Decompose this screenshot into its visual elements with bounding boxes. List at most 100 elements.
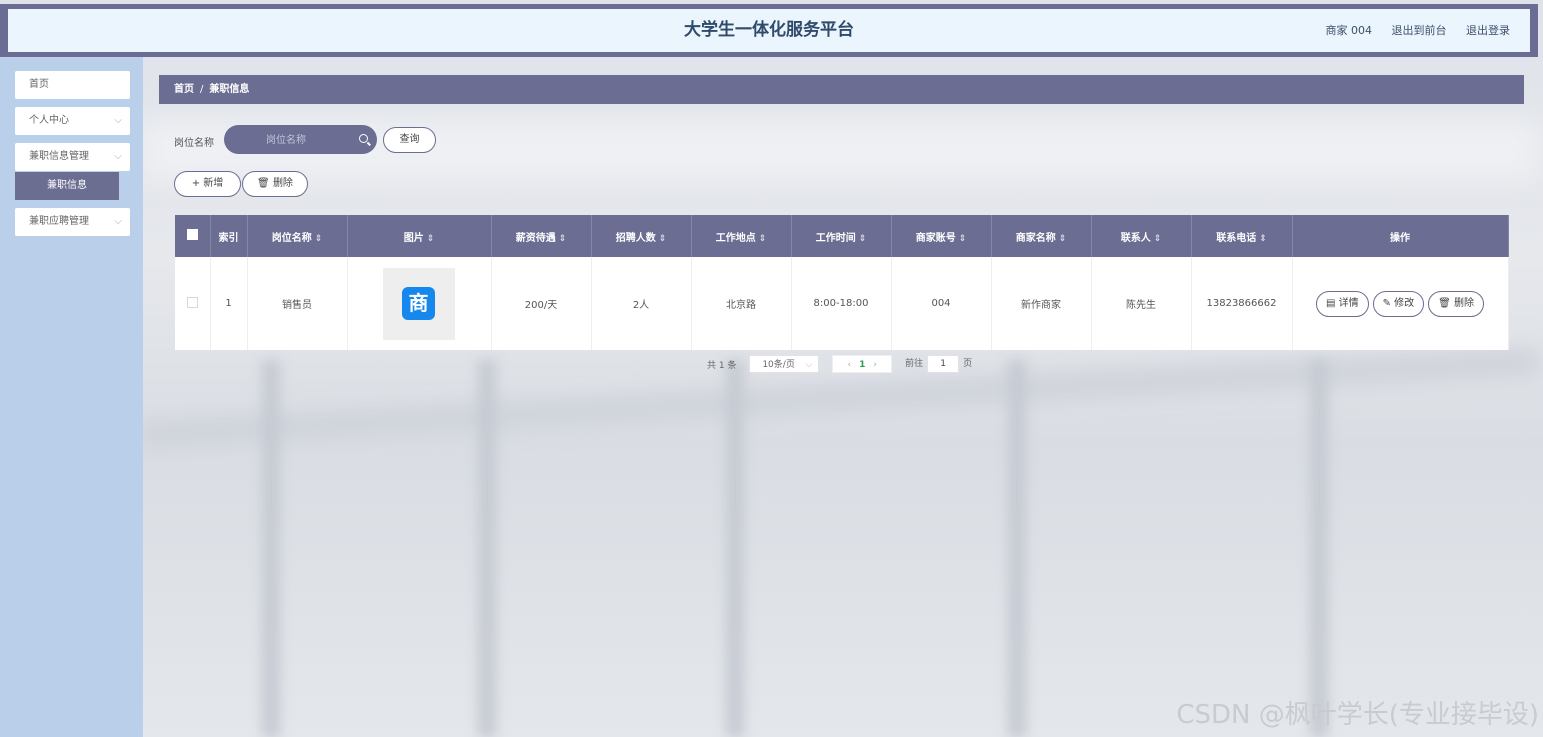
document-icon: ▤	[1325, 297, 1336, 309]
goto-page-input[interactable]: 1	[927, 355, 960, 373]
chevron-up-icon: ⌵	[114, 151, 122, 162]
job-image: 商	[383, 267, 455, 340]
top-header: 大学生一体化服务平台 商家 004 退出到前台 退出登录	[0, 4, 1538, 57]
row-select-cell[interactable]	[175, 257, 211, 350]
edit-button[interactable]: ✎ 修改	[1372, 290, 1425, 317]
sort-icon[interactable]: ⇕	[427, 234, 435, 244]
column-header-label: 商家名称	[1015, 232, 1056, 244]
logout-link[interactable]: 退出登录	[1466, 24, 1510, 37]
page-size-value: 10条/页	[762, 360, 795, 370]
search-box	[224, 125, 377, 156]
column-header-label: 联系人	[1120, 232, 1151, 244]
column-header-label: 招聘人数	[615, 232, 656, 244]
sidebar-item-label: 个人中心	[29, 115, 69, 126]
sidebar-item-label: 兼职信息	[47, 180, 87, 191]
detail-button[interactable]: ▤ 详情	[1315, 290, 1369, 317]
exit-to-front-link[interactable]: 退出到前台	[1392, 24, 1447, 37]
data-table: 索引 岗位名称 ⇕ 图片 ⇕ 薪资待遇 ⇕ 招聘人数 ⇕ 工作地点 ⇕ 工作时间 ⇕ 商家账…	[175, 215, 1509, 350]
cell-merchant-account: 004	[891, 257, 992, 350]
sidebar-item-parttime-management[interactable]: 兼职信息管理 ⌵	[15, 143, 130, 171]
row-checkbox[interactable]	[186, 296, 198, 308]
cell-contact: 陈先生	[1091, 257, 1192, 350]
trash-icon: 🗑	[1438, 297, 1451, 309]
cell-merchant-name: 新作商家	[991, 257, 1092, 350]
column-header-phone[interactable]: 联系电话 ⇕	[1191, 215, 1293, 257]
column-header-label: 工作地点	[715, 232, 756, 244]
column-header-label: 商家账号	[915, 232, 956, 244]
sort-icon[interactable]: ⇕	[859, 234, 867, 244]
sidebar-item-label: 兼职应聘管理	[29, 216, 89, 227]
sidebar-subitem-parttime-info[interactable]: 兼职信息	[15, 172, 119, 200]
column-header-label: 图片	[403, 232, 424, 244]
cell-phone: 13823866662	[1191, 257, 1293, 350]
column-header-merchant-name[interactable]: 商家名称 ⇕	[991, 215, 1092, 257]
goto-page: 前往 1 页	[905, 355, 972, 373]
sort-icon[interactable]: ⇕	[659, 234, 667, 244]
sort-icon[interactable]: ⇕	[559, 234, 567, 244]
breadcrumb: 首页 / 兼职信息	[159, 75, 1524, 104]
column-header-location[interactable]: 工作地点 ⇕	[691, 215, 792, 257]
breadcrumb-current: 兼职信息	[209, 84, 250, 95]
current-page[interactable]: 1	[859, 360, 865, 370]
sort-icon[interactable]: ⇕	[1059, 234, 1067, 244]
sidebar-item-label: 首页	[29, 79, 49, 90]
cell-image: 商	[347, 257, 492, 350]
column-header-salary[interactable]: 薪资待遇 ⇕	[491, 215, 592, 257]
pencil-icon: ✎	[1382, 297, 1391, 309]
cell-location: 北京路	[691, 257, 792, 350]
search-input[interactable]	[224, 125, 348, 156]
sidebar-item-home[interactable]: 首页	[15, 71, 130, 99]
edit-label: 修改	[1394, 297, 1415, 309]
sort-icon[interactable]: ⇕	[315, 234, 323, 244]
sort-icon[interactable]: ⇕	[1259, 234, 1267, 244]
breadcrumb-separator: /	[200, 84, 204, 95]
column-header-position[interactable]: 岗位名称 ⇕	[247, 215, 348, 257]
column-header-hours[interactable]: 工作时间 ⇕	[791, 215, 892, 257]
column-header-label: 工作时间	[815, 232, 856, 244]
current-user: 商家 004	[1325, 24, 1373, 37]
goto-label: 前往	[905, 359, 924, 369]
select-all-checkbox[interactable]	[186, 229, 198, 240]
page-suffix: 页	[963, 359, 973, 369]
next-page-icon[interactable]: ›	[873, 360, 877, 370]
row-delete-button[interactable]: 🗑 删除	[1428, 290, 1485, 317]
cell-salary: 200/天	[491, 257, 592, 350]
trash-icon: 🗑	[257, 178, 270, 189]
query-button[interactable]: 查询	[383, 127, 436, 153]
sidebar-item-profile[interactable]: 个人中心 ⌵	[15, 107, 130, 135]
sidebar: 首页 个人中心 ⌵ 兼职信息管理 ⌵ 兼职信息 兼职应聘管理 ⌵	[0, 57, 143, 737]
delete-label: 删除	[1454, 297, 1475, 309]
delete-button[interactable]: 🗑 删除	[242, 171, 308, 197]
cell-hours: 8:00-18:00	[791, 257, 892, 350]
column-header-merchant-account[interactable]: 商家账号 ⇕	[891, 215, 992, 257]
column-header-label: 薪资待遇	[515, 232, 556, 244]
search-icon[interactable]	[359, 134, 368, 143]
sort-icon[interactable]: ⇕	[1154, 234, 1162, 244]
chevron-down-icon: ⌵	[114, 115, 122, 126]
table-row: 1 销售员 商 200/天 2人 北京路 8:00-18:00 004 新作商家…	[175, 257, 1509, 350]
chevron-down-icon: ⌵	[805, 360, 813, 370]
prev-page-icon[interactable]: ‹	[847, 360, 851, 370]
pagination-total: 共 1 条	[707, 360, 737, 371]
app-title: 大学生一体化服务平台	[684, 20, 854, 40]
column-header-actions: 操作	[1292, 215, 1509, 257]
column-header-index: 索引	[210, 215, 248, 257]
breadcrumb-home[interactable]: 首页	[174, 84, 194, 95]
sort-icon[interactable]: ⇕	[959, 234, 967, 244]
cell-index: 1	[210, 257, 248, 350]
add-button[interactable]: + 新增	[174, 171, 241, 197]
column-header-image[interactable]: 图片 ⇕	[347, 215, 492, 257]
select-all-cell[interactable]	[175, 215, 211, 257]
column-header-headcount[interactable]: 招聘人数 ⇕	[591, 215, 692, 257]
page-nav: ‹ 1 ›	[832, 355, 893, 373]
table-header-row: 索引 岗位名称 ⇕ 图片 ⇕ 薪资待遇 ⇕ 招聘人数 ⇕ 工作地点 ⇕ 工作时间 ⇕ 商家账…	[175, 215, 1509, 257]
column-header-contact[interactable]: 联系人 ⇕	[1091, 215, 1192, 257]
delete-label: 删除	[272, 178, 293, 189]
sidebar-item-application-management[interactable]: 兼职应聘管理 ⌵	[15, 208, 130, 236]
detail-label: 详情	[1338, 297, 1359, 309]
page-size-select[interactable]: 10条/页 ⌵	[749, 355, 820, 373]
watermark: CSDN @枫叶学长(专业接毕设)	[1176, 700, 1539, 730]
chevron-down-icon: ⌵	[114, 216, 122, 227]
sidebar-item-label: 兼职信息管理	[29, 151, 89, 162]
sort-icon[interactable]: ⇕	[759, 234, 767, 244]
